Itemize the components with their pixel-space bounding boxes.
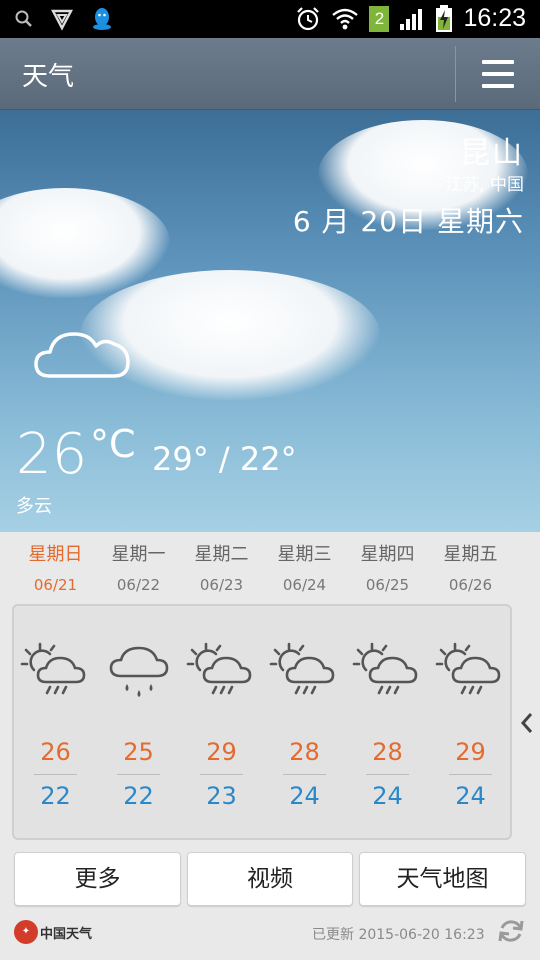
- forecast-day-header: 星期三 06/24: [263, 540, 346, 594]
- menu-icon-bar: [482, 84, 514, 88]
- signal-icon: [400, 8, 423, 30]
- video-button[interactable]: 视频: [187, 852, 353, 906]
- last-updated: 已更新 2015-06-20 16:23: [312, 927, 485, 943]
- china-weather-logo: ✦ 中国天气: [14, 920, 92, 944]
- forecast-low: 24: [372, 782, 403, 810]
- forecast-high: 25: [123, 738, 154, 766]
- forecast-days: 星期日 06/21 星期一 06/22 星期二 06/23 星期三 06/24 …: [14, 540, 512, 602]
- forecast-day-header: 星期五 06/26: [429, 540, 512, 594]
- menu-icon: [482, 60, 514, 64]
- region-name: 江苏, 中国: [445, 175, 524, 195]
- cloud-icon: [34, 332, 130, 378]
- forecast-high: 28: [372, 738, 403, 766]
- weather-map-button[interactable]: 天气地图: [359, 852, 526, 906]
- day-name: 星期四: [360, 544, 415, 565]
- day-date: 06/26: [448, 576, 493, 594]
- logo-text: 中国天气: [40, 926, 93, 942]
- forecast-day-header: 星期四 06/25: [346, 540, 429, 594]
- forecast-day-header: 星期一 06/22: [97, 540, 180, 594]
- status-time: 16:23: [463, 4, 526, 32]
- forecast-low: 23: [206, 782, 237, 810]
- temperature-range: 29° / 22°: [152, 440, 297, 478]
- forecast-column: 29 23: [180, 606, 263, 838]
- battery-charging-icon: [436, 4, 453, 32]
- day-name: 星期五: [443, 544, 498, 565]
- forecast-low: 24: [455, 782, 486, 810]
- chevron-left-icon: [520, 713, 533, 733]
- title-bar: 天气: [0, 38, 540, 110]
- forecast-day-header: 星期二 06/23: [180, 540, 263, 594]
- weather-hero: 昆山 江苏, 中国 6 月 20日 星期六 26 °C 29° / 22° 多云: [0, 110, 540, 532]
- more-button[interactable]: 更多: [14, 852, 181, 906]
- wifi-icon: [332, 8, 359, 29]
- forecast-column: 26 22: [14, 606, 97, 838]
- app-title: 天气: [22, 62, 75, 92]
- temperature-unit: °C: [90, 422, 136, 466]
- forecast-divider: [34, 774, 77, 775]
- forecast-low: 22: [123, 782, 154, 810]
- day-date: 06/24: [282, 576, 327, 594]
- current-date: 6 月 20日 星期六: [292, 205, 524, 238]
- day-name: 星期日: [28, 544, 83, 565]
- forecast-low: 24: [289, 782, 320, 810]
- sun-cloud-rain-icon: [352, 642, 418, 695]
- forecast-column: 28 24: [263, 606, 346, 838]
- forecast-high: 29: [206, 738, 237, 766]
- forecast-panel[interactable]: 26 22 25 22 29 23 28 24 28 24 29 24: [12, 604, 512, 840]
- menu-icon-bar: [482, 72, 514, 76]
- logo-mark: ✦: [14, 920, 38, 944]
- sun-cloud-rain-icon: [20, 642, 86, 695]
- forecast-column: 29 24: [429, 606, 512, 838]
- forecast-day-header: 星期日 06/21: [14, 540, 97, 594]
- forecast-column: 25 22: [97, 606, 180, 838]
- city-name: 昆山: [460, 136, 524, 171]
- current-temperature: 26: [16, 422, 88, 487]
- sun-cloud-rain-icon: [186, 642, 252, 695]
- forecast-high: 29: [455, 738, 486, 766]
- expand-side-button[interactable]: [514, 706, 540, 740]
- shield-icon: [51, 9, 73, 31]
- day-name: 星期一: [111, 544, 166, 565]
- weather-condition: 多云: [16, 496, 52, 517]
- day-date: 06/23: [199, 576, 244, 594]
- forecast-high: 26: [40, 738, 71, 766]
- sim-badge: 2: [369, 5, 390, 32]
- menu-button[interactable]: [470, 50, 526, 98]
- title-divider: [455, 46, 456, 102]
- forecast-divider: [283, 774, 326, 775]
- alarm-icon: [297, 6, 320, 30]
- status-bar: 2 16:23: [0, 0, 540, 38]
- forecast-low: 22: [40, 782, 71, 810]
- forecast-divider: [200, 774, 243, 775]
- forecast-divider: [117, 774, 160, 775]
- day-date: 06/22: [116, 576, 161, 594]
- forecast-high: 28: [289, 738, 320, 766]
- day-date: 06/21: [33, 576, 78, 594]
- cloud-rain-icon: [109, 646, 169, 697]
- refresh-icon: [498, 920, 524, 942]
- qq-icon: [93, 8, 111, 30]
- forecast-divider: [366, 774, 409, 775]
- forecast-column: 28 24: [346, 606, 429, 838]
- day-name: 星期二: [194, 544, 249, 565]
- sun-cloud-rain-icon: [269, 642, 335, 695]
- sun-cloud-rain-icon: [435, 642, 501, 695]
- search-icon: [15, 10, 32, 27]
- forecast-divider: [449, 774, 492, 775]
- day-date: 06/25: [365, 576, 410, 594]
- refresh-button[interactable]: [496, 916, 526, 946]
- day-name: 星期三: [277, 544, 332, 565]
